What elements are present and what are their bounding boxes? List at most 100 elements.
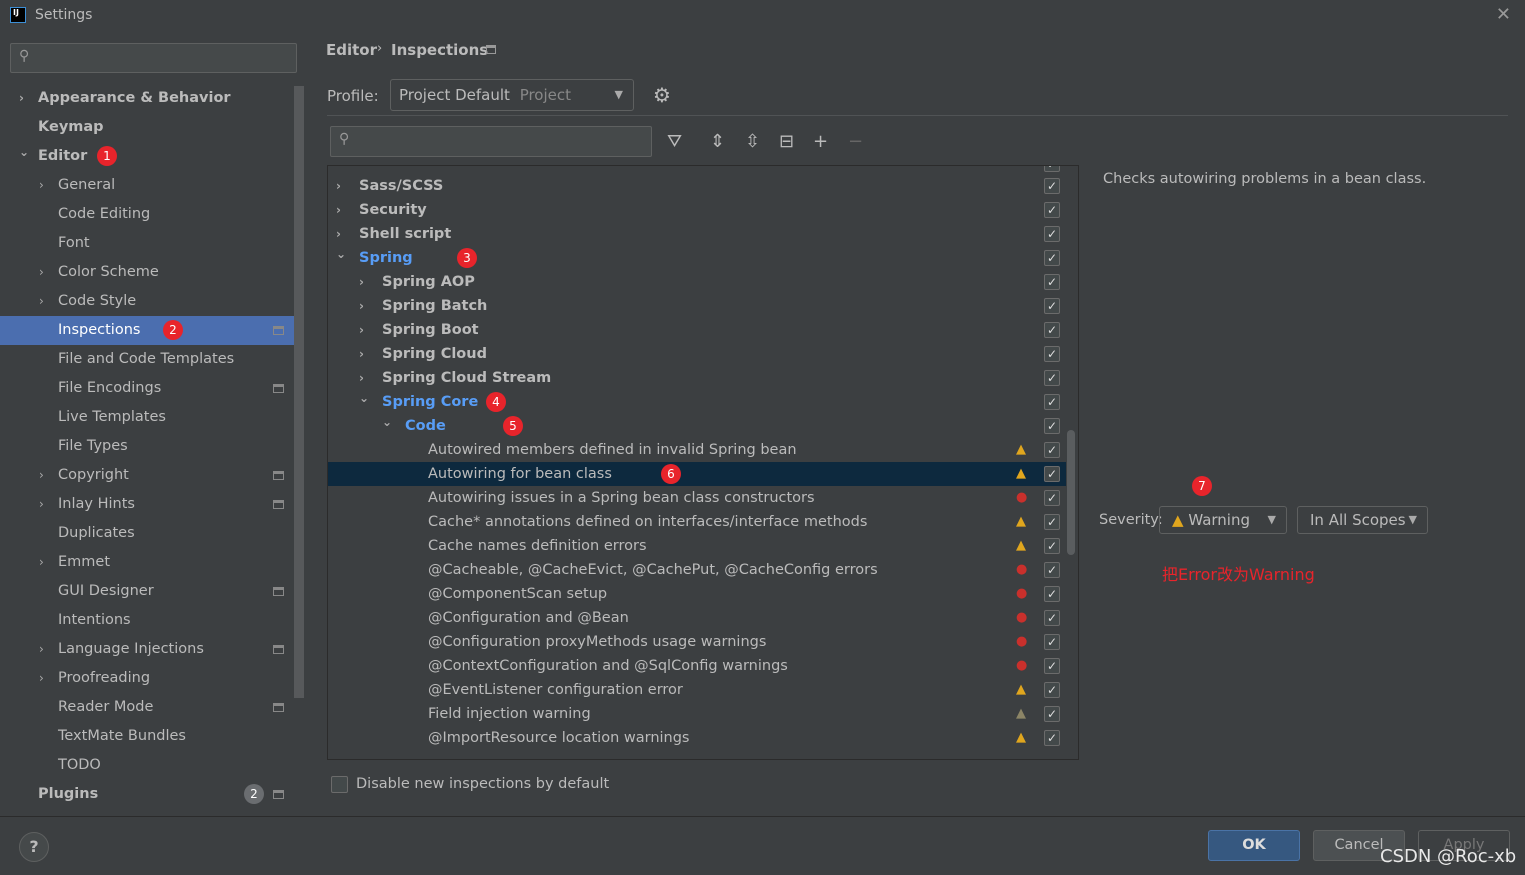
inspection-row[interactable]: @ComponentScan setup ● ✓ xyxy=(328,582,1066,606)
inspection-row[interactable]: › Spring Cloud Stream ✓ xyxy=(328,366,1066,390)
inspection-row[interactable]: ⌄ Spring 3 ✓ xyxy=(328,246,1066,270)
enabled-checkbox[interactable]: ✓ xyxy=(1044,202,1060,218)
sidebar-item-code-style[interactable]: › Code Style xyxy=(0,287,294,316)
scope-dropdown[interactable]: In All Scopes ▼ xyxy=(1297,506,1428,534)
sidebar-item-plugins[interactable]: Plugins 2 xyxy=(0,780,294,809)
enabled-checkbox[interactable]: ✓ xyxy=(1044,274,1060,290)
sidebar-scrollbar[interactable] xyxy=(294,86,304,698)
sidebar-item-appearance-behavior[interactable]: › Appearance & Behavior xyxy=(0,84,294,113)
enabled-checkbox[interactable]: ✓ xyxy=(1044,418,1060,434)
enabled-checkbox[interactable]: ✓ xyxy=(1044,226,1060,242)
expand-all-icon[interactable]: ⇕ xyxy=(710,131,725,152)
sidebar-item-duplicates[interactable]: Duplicates xyxy=(0,519,294,548)
chevron-down-icon[interactable]: ⌄ xyxy=(19,138,29,167)
inspection-row[interactable]: Autowiring issues in a Spring bean class… xyxy=(328,486,1066,510)
enabled-checkbox[interactable]: ✓ xyxy=(1044,370,1060,386)
inspection-row[interactable]: › Spring AOP ✓ xyxy=(328,270,1066,294)
sidebar-item-emmet[interactable]: › Emmet xyxy=(0,548,294,577)
chevron-right-icon[interactable]: › xyxy=(39,258,44,287)
filter-icon[interactable]: ⛛ xyxy=(667,131,682,152)
chevron-right-icon[interactable]: › xyxy=(39,664,44,693)
inspection-row[interactable]: @ImportResource location warnings ▲ ✓ xyxy=(328,726,1066,750)
enabled-checkbox[interactable]: ✓ xyxy=(1044,442,1060,458)
inspection-row[interactable]: @EventListener configuration error ▲ ✓ xyxy=(328,678,1066,702)
sidebar-item-language-injections[interactable]: › Language Injections xyxy=(0,635,294,664)
reset-icon[interactable]: ⊟ xyxy=(779,131,794,152)
sidebar-item-code-editing[interactable]: Code Editing xyxy=(0,200,294,229)
inspection-row[interactable]: Autowired members defined in invalid Spr… xyxy=(328,438,1066,462)
chevron-right-icon[interactable]: › xyxy=(359,294,364,318)
enabled-checkbox[interactable]: ✓ xyxy=(1044,490,1060,506)
sidebar-item-general[interactable]: › General xyxy=(0,171,294,200)
enabled-checkbox[interactable]: ✓ xyxy=(1044,610,1060,626)
chevron-right-icon[interactable]: › xyxy=(19,84,24,113)
add-icon[interactable]: + xyxy=(813,131,828,152)
sidebar-item-inspections[interactable]: Inspections 2 xyxy=(0,316,294,345)
chevron-right-icon[interactable]: › xyxy=(39,287,44,316)
sidebar-item-todo[interactable]: TODO xyxy=(0,751,294,780)
sidebar-item-inlay-hints[interactable]: › Inlay Hints xyxy=(0,490,294,519)
tree-scrollbar[interactable] xyxy=(1067,430,1075,555)
inspection-row[interactable]: › Spring Cloud ✓ xyxy=(328,342,1066,366)
enabled-checkbox[interactable]: ✓ xyxy=(1044,394,1060,410)
enabled-checkbox[interactable]: ✓ xyxy=(1044,514,1060,530)
inspection-row[interactable]: › Shell script ✓ xyxy=(328,222,1066,246)
enabled-checkbox[interactable]: ✓ xyxy=(1044,682,1060,698)
chevron-right-icon[interactable]: › xyxy=(39,548,44,577)
enabled-checkbox[interactable]: ✓ xyxy=(1044,466,1060,482)
enabled-checkbox[interactable]: ✓ xyxy=(1044,322,1060,338)
inspection-row[interactable]: › Spring Batch ✓ xyxy=(328,294,1066,318)
sidebar-item-file-encodings[interactable]: File Encodings xyxy=(0,374,294,403)
inspection-row[interactable]: @Cacheable, @CacheEvict, @CachePut, @Cac… xyxy=(328,558,1066,582)
sidebar-item-editor[interactable]: ⌄ Editor 1 xyxy=(0,142,294,171)
chevron-right-icon[interactable]: › xyxy=(336,198,341,222)
enabled-checkbox[interactable]: ✓ xyxy=(1044,346,1060,362)
inspection-row[interactable]: ⌄ Code 5 ✓ xyxy=(328,414,1066,438)
chevron-down-icon[interactable]: ⌄ xyxy=(359,386,369,410)
disable-new-checkbox[interactable] xyxy=(331,776,348,793)
enabled-checkbox[interactable]: ✓ xyxy=(1044,706,1060,722)
enabled-checkbox[interactable]: ✓ xyxy=(1044,250,1060,266)
inspection-search-input[interactable]: ⚲ xyxy=(330,126,652,157)
chevron-right-icon[interactable]: › xyxy=(359,342,364,366)
sidebar-item-textmate-bundles[interactable]: TextMate Bundles xyxy=(0,722,294,751)
inspection-row[interactable]: Cache* annotations defined on interfaces… xyxy=(328,510,1066,534)
chevron-down-icon[interactable]: ⌄ xyxy=(382,410,392,434)
checkbox[interactable]: ✓ xyxy=(1044,166,1060,172)
inspection-row[interactable]: ⌄ Spring Core 4 ✓ xyxy=(328,390,1066,414)
chevron-right-icon[interactable]: › xyxy=(39,635,44,664)
sidebar-item-font[interactable]: Font xyxy=(0,229,294,258)
enabled-checkbox[interactable]: ✓ xyxy=(1044,634,1060,650)
enabled-checkbox[interactable]: ✓ xyxy=(1044,586,1060,602)
chevron-down-icon[interactable]: ⌄ xyxy=(336,242,346,266)
chevron-right-icon[interactable]: › xyxy=(336,174,341,198)
inspection-row[interactable]: @Configuration proxyMethods usage warnin… xyxy=(328,630,1066,654)
help-button[interactable]: ? xyxy=(19,832,49,862)
profile-dropdown[interactable]: Project Default Project ▼ xyxy=(390,79,634,111)
chevron-right-icon[interactable]: › xyxy=(39,490,44,519)
enabled-checkbox[interactable]: ✓ xyxy=(1044,658,1060,674)
ok-button[interactable]: OK xyxy=(1208,830,1300,861)
chevron-right-icon[interactable]: › xyxy=(39,171,44,200)
sidebar-item-keymap[interactable]: Keymap xyxy=(0,113,294,142)
severity-dropdown[interactable]: ▲ Warning ▼ xyxy=(1159,506,1287,534)
enabled-checkbox[interactable]: ✓ xyxy=(1044,178,1060,194)
inspection-row[interactable]: @ContextConfiguration and @SqlConfig war… xyxy=(328,654,1066,678)
sidebar-item-reader-mode[interactable]: Reader Mode xyxy=(0,693,294,722)
inspection-row[interactable]: › Sass/SCSS ✓ xyxy=(328,174,1066,198)
gear-icon[interactable]: ⚙ xyxy=(653,83,671,107)
close-icon[interactable]: ✕ xyxy=(1496,4,1511,25)
enabled-checkbox[interactable]: ✓ xyxy=(1044,730,1060,746)
sidebar-item-color-scheme[interactable]: › Color Scheme xyxy=(0,258,294,287)
inspection-row[interactable]: › Security ✓ xyxy=(328,198,1066,222)
enabled-checkbox[interactable]: ✓ xyxy=(1044,298,1060,314)
inspection-row[interactable]: › Spring Boot ✓ xyxy=(328,318,1066,342)
inspection-row[interactable]: Cache names definition errors ▲ ✓ xyxy=(328,534,1066,558)
sidebar-item-file-types[interactable]: File Types xyxy=(0,432,294,461)
inspection-row[interactable]: @Configuration and @Bean ● ✓ xyxy=(328,606,1066,630)
chevron-right-icon[interactable]: › xyxy=(39,461,44,490)
enabled-checkbox[interactable]: ✓ xyxy=(1044,538,1060,554)
inspection-row[interactable]: Field injection warning ▲ ✓ xyxy=(328,702,1066,726)
sidebar-item-intentions[interactable]: Intentions xyxy=(0,606,294,635)
chevron-right-icon[interactable]: › xyxy=(359,270,364,294)
